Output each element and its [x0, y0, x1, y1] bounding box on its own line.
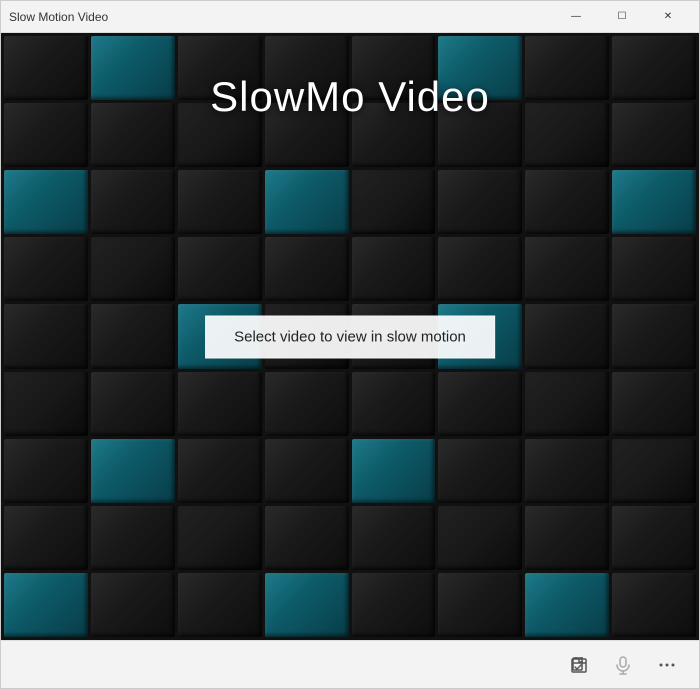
cube-cell	[352, 170, 436, 234]
cube-cell	[525, 506, 609, 570]
cube-cell	[612, 372, 696, 436]
cube-cell	[91, 170, 175, 234]
title-bar: Slow Motion Video — ☐ ✕	[1, 1, 699, 33]
open-file-button[interactable]	[559, 645, 599, 685]
cube-cell	[4, 573, 88, 637]
window-title: Slow Motion Video	[9, 10, 108, 24]
bottom-toolbar	[1, 640, 699, 688]
cube-cell	[265, 170, 349, 234]
cube-cell	[91, 237, 175, 301]
cube-cell	[91, 439, 175, 503]
main-content: SlowMo Video Select video to view in slo…	[1, 33, 699, 640]
cube-cell	[178, 36, 262, 100]
cube-cell	[612, 304, 696, 368]
cube-cell	[352, 439, 436, 503]
cube-cell	[352, 506, 436, 570]
cube-cell	[525, 573, 609, 637]
cube-cell	[525, 36, 609, 100]
cube-cell	[612, 170, 696, 234]
app-window: Slow Motion Video — ☐ ✕ SlowMo Video Sel…	[0, 0, 700, 689]
more-options-icon	[657, 655, 677, 675]
close-button[interactable]: ✕	[645, 1, 691, 33]
cube-cell	[352, 36, 436, 100]
cube-cell	[178, 170, 262, 234]
cube-cell	[265, 573, 349, 637]
cube-cell	[438, 573, 522, 637]
cube-cell	[4, 170, 88, 234]
microphone-icon	[613, 655, 633, 675]
cube-cell	[352, 372, 436, 436]
cube-cell	[525, 170, 609, 234]
cube-cell	[178, 573, 262, 637]
cube-cell	[612, 103, 696, 167]
cube-cell	[612, 36, 696, 100]
open-file-icon	[569, 655, 589, 675]
cube-cell	[178, 372, 262, 436]
cube-cell	[265, 103, 349, 167]
cube-cell	[265, 506, 349, 570]
cube-cell	[91, 506, 175, 570]
cube-cell	[525, 304, 609, 368]
cube-cell	[612, 237, 696, 301]
cube-cell	[352, 237, 436, 301]
cube-cell	[4, 506, 88, 570]
cube-cell	[265, 237, 349, 301]
maximize-button[interactable]: ☐	[599, 1, 645, 33]
cube-cell	[4, 439, 88, 503]
cube-cell	[4, 304, 88, 368]
cube-cell	[438, 36, 522, 100]
title-bar-left: Slow Motion Video	[9, 10, 108, 24]
cube-cell	[612, 573, 696, 637]
cube-cell	[91, 103, 175, 167]
cube-cell	[438, 372, 522, 436]
cube-cell	[178, 103, 262, 167]
more-options-button[interactable]	[647, 645, 687, 685]
cube-cell	[91, 573, 175, 637]
cube-cell	[91, 372, 175, 436]
cube-cell	[438, 439, 522, 503]
cube-cell	[352, 103, 436, 167]
cube-cell	[178, 439, 262, 503]
select-video-prompt[interactable]: Select video to view in slow motion	[205, 315, 495, 358]
cube-cell	[4, 372, 88, 436]
title-bar-controls: — ☐ ✕	[553, 1, 691, 33]
cube-cell	[91, 36, 175, 100]
cube-cell	[265, 36, 349, 100]
cube-cell	[525, 237, 609, 301]
cube-cell	[4, 36, 88, 100]
cube-cell	[4, 103, 88, 167]
cube-cell	[438, 506, 522, 570]
cube-cell	[352, 573, 436, 637]
cube-cell	[438, 103, 522, 167]
cube-cell	[91, 304, 175, 368]
cube-cell	[525, 103, 609, 167]
minimize-button[interactable]: —	[553, 1, 599, 33]
cube-cell	[612, 439, 696, 503]
cube-cell	[4, 237, 88, 301]
microphone-button[interactable]	[603, 645, 643, 685]
cube-cell	[265, 372, 349, 436]
cube-cell	[438, 170, 522, 234]
cube-cell	[438, 237, 522, 301]
cube-cell	[178, 506, 262, 570]
cube-cell	[525, 439, 609, 503]
cube-cell	[178, 237, 262, 301]
cube-cell	[265, 439, 349, 503]
cube-cell	[612, 506, 696, 570]
cube-cell	[525, 372, 609, 436]
